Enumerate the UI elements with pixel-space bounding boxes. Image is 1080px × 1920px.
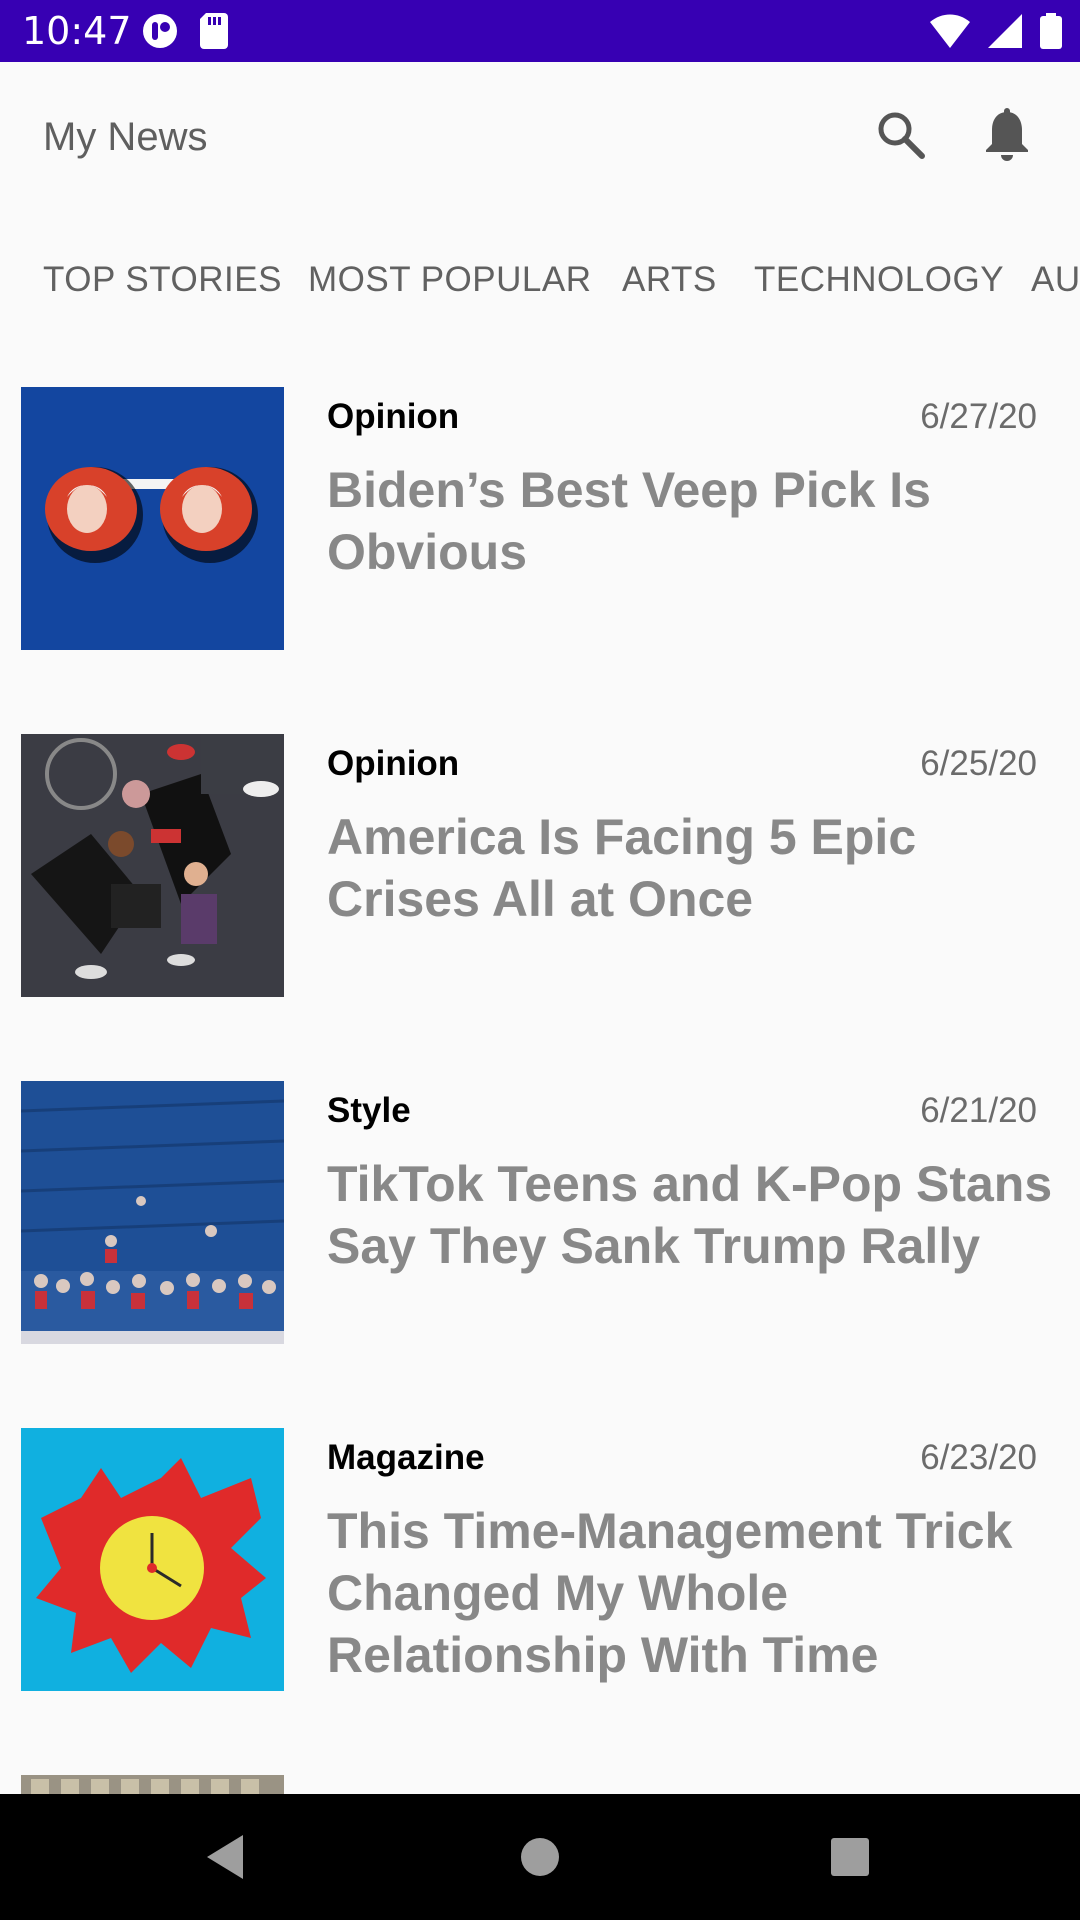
status-time: 10:47 — [22, 9, 132, 53]
article-item[interactable]: Magazine 6/23/20 This Time-Management Tr… — [0, 1428, 1080, 1775]
article-date: 6/23/20 — [920, 1438, 1037, 1477]
app-bar: My News — [0, 62, 1080, 212]
app-title: My News — [43, 115, 208, 159]
cell-signal-icon — [988, 14, 1022, 53]
article-thumbnail — [21, 1081, 284, 1344]
notifications-button[interactable] — [972, 102, 1042, 172]
recents-icon — [828, 1835, 872, 1884]
sd-card-icon — [200, 13, 228, 54]
article-thumbnail — [21, 734, 284, 997]
article-headline: This Time-Management Trick Changed My Wh… — [327, 1503, 1013, 1683]
back-icon — [203, 1833, 247, 1886]
tab-technology[interactable]: TECHNOLOGY — [754, 260, 1004, 300]
tab-au[interactable]: AU — [1031, 260, 1080, 300]
article-headline: America Is Facing 5 Epic Crises All at O… — [327, 809, 917, 927]
status-bar: 10:47 — [0, 0, 1080, 62]
article-date: 6/25/20 — [920, 744, 1037, 783]
article-section: Opinion — [327, 397, 460, 436]
article-headline: TikTok Teens and K-Pop Stans Say They Sa… — [327, 1156, 1053, 1274]
tab-top-stories[interactable]: TOP STORIES — [43, 260, 282, 300]
system-nav-bar — [0, 1794, 1080, 1920]
tab-arts[interactable]: ARTS — [622, 260, 717, 300]
home-icon — [518, 1835, 562, 1884]
article-item-partial[interactable] — [0, 1775, 1080, 1794]
search-icon — [875, 109, 927, 166]
tab-most-popular[interactable]: MOST POPULAR — [308, 260, 591, 300]
category-tabs: TOP STORIES MOST POPULAR ARTS TECHNOLOGY… — [0, 242, 1080, 316]
screen: 10:47 My News TOP STORIES MOST POPULAR A… — [0, 0, 1080, 1920]
article-thumbnail — [21, 1428, 284, 1691]
notifications-icon — [983, 107, 1031, 167]
back-button[interactable] — [190, 1824, 260, 1894]
home-button[interactable] — [505, 1824, 575, 1894]
article-section: Opinion — [327, 744, 460, 783]
article-headline: Biden’s Best Veep Pick Is Obvious — [327, 462, 931, 580]
article-thumbnail — [21, 387, 284, 650]
article-section: Magazine — [327, 1438, 485, 1477]
app-notification-icon — [142, 13, 178, 54]
article-date: 6/21/20 — [920, 1091, 1037, 1130]
wifi-icon — [930, 14, 970, 53]
article-thumbnail — [21, 1775, 284, 1794]
article-item[interactable]: Opinion 6/25/20 America Is Facing 5 Epic… — [0, 734, 1080, 1081]
article-section: Style — [327, 1091, 411, 1130]
recents-button[interactable] — [815, 1824, 885, 1894]
article-date: 6/27/20 — [920, 397, 1037, 436]
article-item[interactable]: Style 6/21/20 TikTok Teens and K-Pop Sta… — [0, 1081, 1080, 1428]
article-item[interactable]: Opinion 6/27/20 Biden’s Best Veep Pick I… — [0, 387, 1080, 734]
search-button[interactable] — [866, 102, 936, 172]
battery-icon — [1040, 13, 1062, 54]
